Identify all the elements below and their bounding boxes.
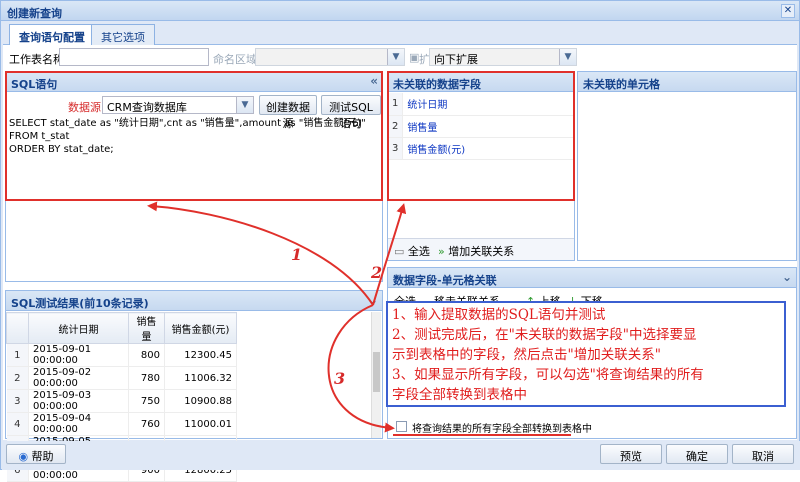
- arrow-3: [327, 304, 395, 433]
- marker-1: 1: [291, 245, 303, 264]
- cancel-button[interactable]: 取消: [732, 444, 794, 464]
- annotation-arrows: [147, 201, 407, 433]
- arrow-2: [372, 203, 407, 306]
- dialog-footer: ◉ 帮助 预览 确定 取消: [2, 441, 800, 470]
- marker-2: 2: [371, 263, 383, 282]
- marker-3: 3: [334, 369, 346, 388]
- help-button[interactable]: ◉ 帮助: [6, 444, 66, 464]
- query-dialog: 创建新查询 ✕ 查询语句配置 其它选项 工作表名称 命名区域 ▼ ▣ 扩展 向下…: [0, 0, 800, 482]
- preview-button[interactable]: 预览: [600, 444, 662, 464]
- arrow-1: [147, 201, 374, 306]
- ok-button[interactable]: 确定: [666, 444, 728, 464]
- help-icon: ◉: [18, 450, 29, 463]
- help-label: 帮助: [31, 450, 54, 463]
